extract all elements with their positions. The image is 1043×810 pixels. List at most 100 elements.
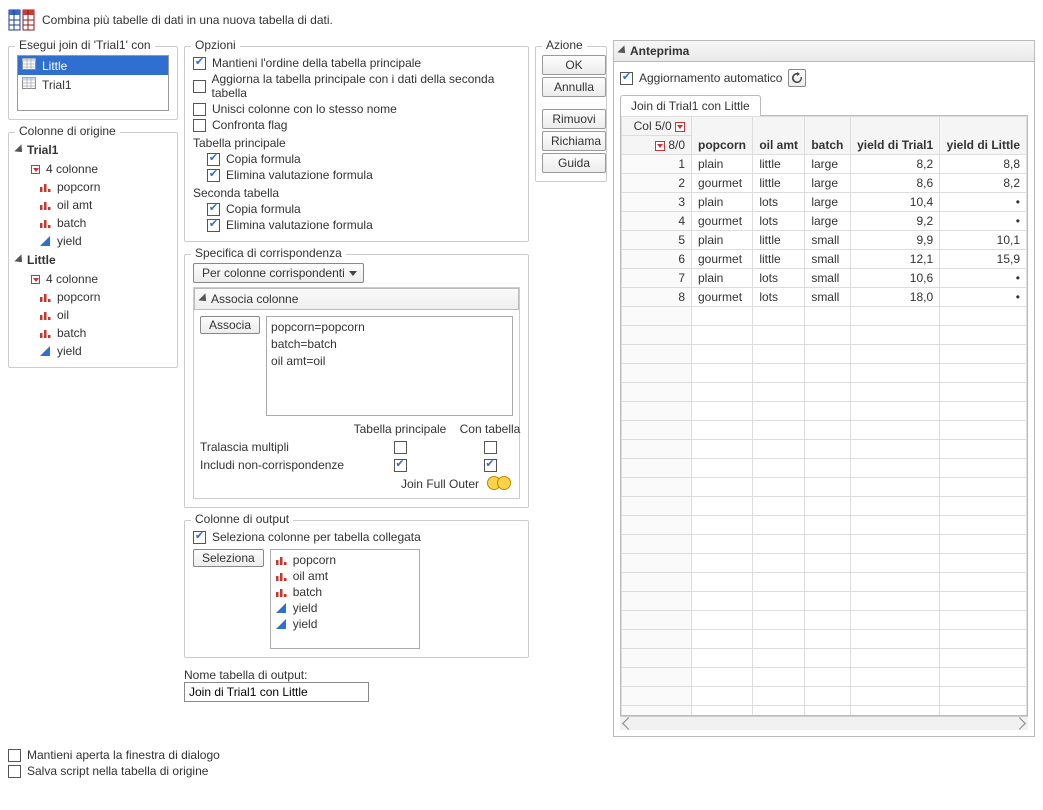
output-column-item[interactable]: batch bbox=[275, 584, 415, 600]
cell-y1[interactable]: 18,0 bbox=[850, 288, 940, 307]
opt-merge-same-check[interactable] bbox=[193, 103, 206, 116]
source-col-count[interactable]: 4 colonne bbox=[17, 161, 169, 177]
cell-batch[interactable]: large bbox=[805, 193, 850, 212]
refresh-button[interactable] bbox=[788, 69, 806, 87]
row-number[interactable]: 6 bbox=[622, 250, 692, 269]
cell-popcorn[interactable]: gourmet bbox=[692, 212, 753, 231]
row-number[interactable]: 8 bbox=[622, 288, 692, 307]
cell-y1[interactable]: 12,1 bbox=[850, 250, 940, 269]
cell-batch[interactable]: small bbox=[805, 250, 850, 269]
col-y1-header[interactable]: yield di Trial1 bbox=[850, 117, 940, 155]
preview-grid[interactable]: Col 5/0 popcorn oil amt batch yield di T… bbox=[621, 116, 1027, 716]
col-info-menu[interactable] bbox=[675, 122, 685, 132]
cell-y2[interactable]: • bbox=[940, 288, 1027, 307]
cell-batch[interactable]: large bbox=[805, 212, 850, 231]
preview-disclosure-icon[interactable] bbox=[617, 45, 628, 56]
tables-listbox[interactable]: LittleTrial1 bbox=[17, 55, 169, 111]
remove-button[interactable]: Rimuovi bbox=[542, 109, 606, 129]
row-number[interactable]: 1 bbox=[622, 155, 692, 174]
cell-batch[interactable]: small bbox=[805, 269, 850, 288]
cell-y1[interactable]: 8,6 bbox=[850, 174, 940, 193]
select-by-linked-check[interactable] bbox=[193, 531, 206, 544]
cell-batch[interactable]: large bbox=[805, 155, 850, 174]
row-number[interactable]: 5 bbox=[622, 231, 692, 250]
col-y2-header[interactable]: yield di Little bbox=[940, 117, 1027, 155]
join-table-item[interactable]: Little bbox=[18, 56, 168, 75]
assoc-disclosure-icon[interactable] bbox=[198, 293, 209, 304]
source-col-count[interactable]: 4 colonne bbox=[17, 271, 169, 287]
col-oilamt-header[interactable]: oil amt bbox=[753, 117, 805, 155]
disclosure-icon[interactable] bbox=[14, 144, 25, 155]
output-column-item[interactable]: yield bbox=[275, 600, 415, 616]
disclosure-icon[interactable] bbox=[14, 254, 25, 265]
source-column-item[interactable]: oil amt bbox=[17, 197, 169, 213]
output-column-item[interactable]: popcorn bbox=[275, 552, 415, 568]
output-column-item[interactable]: oil amt bbox=[275, 568, 415, 584]
cell-popcorn[interactable]: plain bbox=[692, 269, 753, 288]
cell-y2[interactable]: 15,9 bbox=[940, 250, 1027, 269]
table-row[interactable]: 4gourmetlotslarge9,2• bbox=[622, 212, 1027, 231]
row-number[interactable]: 2 bbox=[622, 174, 692, 193]
recall-button[interactable]: Richiama bbox=[542, 131, 606, 151]
source-column-item[interactable]: oil bbox=[17, 307, 169, 323]
cell-batch[interactable]: small bbox=[805, 231, 850, 250]
keep-dialog-open-check[interactable] bbox=[8, 749, 21, 762]
cell-oilamt[interactable]: lots bbox=[753, 193, 805, 212]
cell-y2[interactable]: • bbox=[940, 212, 1027, 231]
cell-batch[interactable]: small bbox=[805, 288, 850, 307]
cell-y1[interactable]: 9,9 bbox=[850, 231, 940, 250]
auto-update-check[interactable] bbox=[620, 72, 633, 85]
cell-y2[interactable]: • bbox=[940, 269, 1027, 288]
cell-y2[interactable]: 10,1 bbox=[940, 231, 1027, 250]
assoc-pairs-list[interactable]: popcorn=popcornbatch=batchoil amt=oil bbox=[266, 316, 513, 416]
cell-batch[interactable]: large bbox=[805, 174, 850, 193]
row-number[interactable]: 4 bbox=[622, 212, 692, 231]
col-batch-header[interactable]: batch bbox=[805, 117, 850, 155]
drop-main-check[interactable] bbox=[394, 441, 407, 454]
table-row[interactable]: 1plainlittlelarge8,28,8 bbox=[622, 155, 1027, 174]
cell-oilamt[interactable]: lots bbox=[753, 288, 805, 307]
main-elim-eval-check[interactable] bbox=[207, 169, 220, 182]
cell-oilamt[interactable]: lots bbox=[753, 212, 805, 231]
cell-y2[interactable]: 8,8 bbox=[940, 155, 1027, 174]
sec-copy-formula-check[interactable] bbox=[207, 203, 220, 216]
columns-menu-icon[interactable] bbox=[31, 165, 40, 174]
preview-tab[interactable]: Join di Trial1 con Little bbox=[620, 95, 761, 116]
cell-oilamt[interactable]: little bbox=[753, 231, 805, 250]
cell-popcorn[interactable]: plain bbox=[692, 155, 753, 174]
table-row[interactable]: 2gourmetlittlelarge8,68,2 bbox=[622, 174, 1027, 193]
col-popcorn-header[interactable]: popcorn bbox=[692, 117, 753, 155]
source-column-item[interactable]: yield bbox=[17, 343, 169, 359]
source-table-header[interactable]: Little bbox=[17, 251, 169, 269]
source-column-item[interactable]: popcorn bbox=[17, 179, 169, 195]
row-number[interactable]: 7 bbox=[622, 269, 692, 288]
help-button[interactable]: Guida bbox=[542, 153, 606, 173]
cell-popcorn[interactable]: plain bbox=[692, 231, 753, 250]
source-column-item[interactable]: yield bbox=[17, 233, 169, 249]
cell-popcorn[interactable]: gourmet bbox=[692, 250, 753, 269]
opt-keep-order-check[interactable] bbox=[193, 57, 206, 70]
cell-popcorn[interactable]: gourmet bbox=[692, 174, 753, 193]
cell-y1[interactable]: 9,2 bbox=[850, 212, 940, 231]
table-row[interactable]: 7plainlotssmall10,6• bbox=[622, 269, 1027, 288]
assoc-pair-item[interactable]: popcorn=popcorn bbox=[271, 319, 508, 336]
table-row[interactable]: 3plainlotslarge10,4• bbox=[622, 193, 1027, 212]
cell-y2[interactable]: • bbox=[940, 193, 1027, 212]
cell-y1[interactable]: 10,4 bbox=[850, 193, 940, 212]
source-table-header[interactable]: Trial1 bbox=[17, 141, 169, 159]
join-table-item[interactable]: Trial1 bbox=[18, 75, 168, 94]
opt-compare-flag-check[interactable] bbox=[193, 119, 206, 132]
output-column-item[interactable]: yield bbox=[275, 616, 415, 632]
table-row[interactable]: 5plainlittlesmall9,910,1 bbox=[622, 231, 1027, 250]
match-mode-dropdown[interactable]: Per colonne corrispondenti bbox=[193, 263, 364, 283]
cell-oilamt[interactable]: lots bbox=[753, 269, 805, 288]
table-row[interactable]: 8gourmetlotssmall18,0• bbox=[622, 288, 1027, 307]
cell-oilamt[interactable]: little bbox=[753, 250, 805, 269]
main-copy-formula-check[interactable] bbox=[207, 153, 220, 166]
table-row[interactable]: 6gourmetlittlesmall12,115,9 bbox=[622, 250, 1027, 269]
opt-update-main-check[interactable] bbox=[193, 80, 206, 93]
cancel-button[interactable]: Annulla bbox=[542, 77, 606, 97]
ok-button[interactable]: OK bbox=[542, 55, 606, 75]
row-number[interactable]: 3 bbox=[622, 193, 692, 212]
cell-popcorn[interactable]: gourmet bbox=[692, 288, 753, 307]
